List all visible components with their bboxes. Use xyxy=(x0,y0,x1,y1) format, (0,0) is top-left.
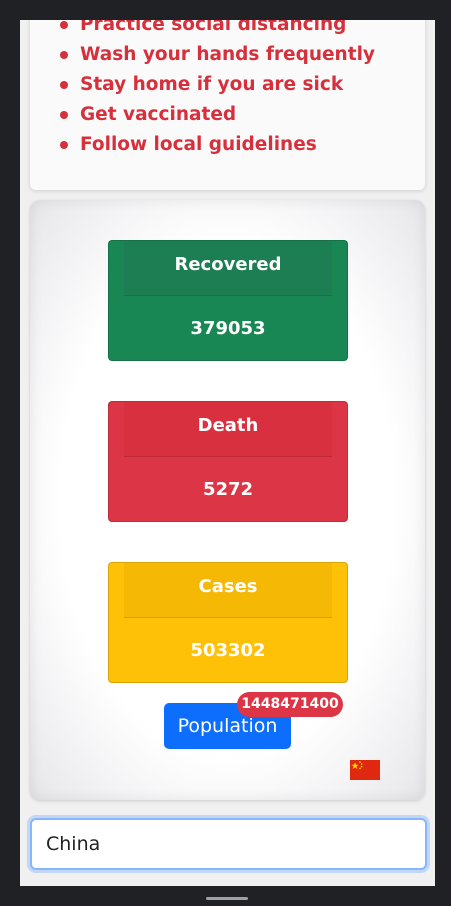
population-badge: 1448471400 xyxy=(237,692,343,717)
tip-text: Follow local guidelines xyxy=(80,134,317,155)
death-value: 5272 xyxy=(202,479,254,500)
tip-item: Practice social distancing xyxy=(60,20,375,40)
china-flag-icon xyxy=(350,760,380,780)
tips-list: Practice social distancing Wash your han… xyxy=(60,20,375,160)
nav-handle-icon[interactable] xyxy=(206,897,248,900)
bullet-icon xyxy=(60,111,68,119)
cases-value: 503302 xyxy=(190,640,266,661)
stats-panel: Recovered 379053 Death 5272 Cases 503302… xyxy=(30,200,425,800)
tip-text: Get vaccinated xyxy=(80,104,237,125)
tip-item: Follow local guidelines xyxy=(60,130,375,160)
death-card: Death 5272 xyxy=(108,401,348,522)
cases-card: Cases 503302 xyxy=(108,562,348,683)
recovered-card: Recovered 379053 xyxy=(108,240,348,361)
cases-label: Cases xyxy=(124,563,332,618)
tip-text: Wash your hands frequently xyxy=(80,44,375,65)
bullet-icon xyxy=(60,81,68,89)
status-bar xyxy=(0,0,451,20)
death-label: Death xyxy=(124,402,332,457)
tip-item: Get vaccinated xyxy=(60,100,375,130)
tips-card: Practice social distancing Wash your han… xyxy=(30,20,425,190)
bullet-icon xyxy=(60,51,68,59)
navigation-bar xyxy=(0,886,451,906)
bullet-icon xyxy=(60,141,68,149)
tip-item: Wash your hands frequently xyxy=(60,40,375,70)
recovered-value: 379053 xyxy=(190,318,266,339)
tip-item: Stay home if you are sick xyxy=(60,70,375,100)
tip-text: Stay home if you are sick xyxy=(80,74,344,95)
recovered-label: Recovered xyxy=(124,241,332,296)
bullet-icon xyxy=(60,21,68,29)
page-viewport[interactable]: Practice social distancing Wash your han… xyxy=(20,20,435,886)
country-search-input[interactable] xyxy=(30,818,427,870)
tip-text: Practice social distancing xyxy=(80,20,347,35)
